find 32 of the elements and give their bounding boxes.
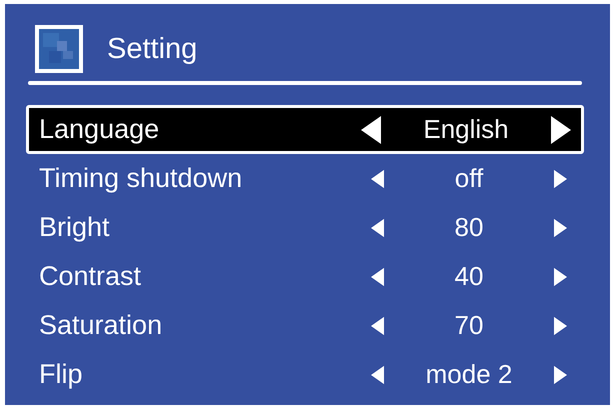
setting-label: Saturation	[39, 310, 164, 341]
setting-label: Language	[39, 114, 160, 145]
right-arrow-icon[interactable]	[551, 116, 571, 144]
setting-value: 70	[454, 310, 484, 341]
right-arrow-icon[interactable]	[554, 316, 567, 336]
setting-label: Flip	[39, 359, 84, 390]
left-arrow-icon[interactable]	[371, 168, 384, 188]
setting-label: Timing shutdown	[39, 163, 244, 194]
right-arrow-icon[interactable]	[554, 168, 567, 188]
setting-row[interactable]: Timing shutdown off	[26, 154, 584, 203]
setting-value: off	[454, 163, 484, 194]
setting-value: mode 2	[424, 359, 514, 390]
right-arrow-icon[interactable]	[554, 218, 567, 238]
left-arrow-icon[interactable]	[371, 266, 384, 286]
setting-value: 40	[454, 261, 484, 292]
setting-row[interactable]: Flip mode 2	[26, 350, 584, 399]
right-arrow-icon[interactable]	[554, 364, 567, 384]
setting-label: Contrast	[39, 261, 142, 292]
left-arrow-icon[interactable]	[361, 116, 381, 144]
setting-row[interactable]: Language English	[26, 105, 584, 154]
left-arrow-icon[interactable]	[371, 316, 384, 336]
menu-title: Setting	[107, 32, 198, 66]
left-arrow-icon[interactable]	[371, 218, 384, 238]
setting-value: English	[422, 114, 510, 145]
app-icon	[35, 25, 83, 73]
setting-value: 80	[454, 212, 484, 243]
setting-row[interactable]: Bright 80	[26, 203, 584, 252]
setting-row[interactable]: Saturation 70	[26, 301, 584, 350]
left-arrow-icon[interactable]	[371, 364, 384, 384]
right-arrow-icon[interactable]	[554, 266, 567, 286]
setting-label: Bright	[39, 212, 111, 243]
setting-row[interactable]: Contrast 40	[26, 252, 584, 301]
